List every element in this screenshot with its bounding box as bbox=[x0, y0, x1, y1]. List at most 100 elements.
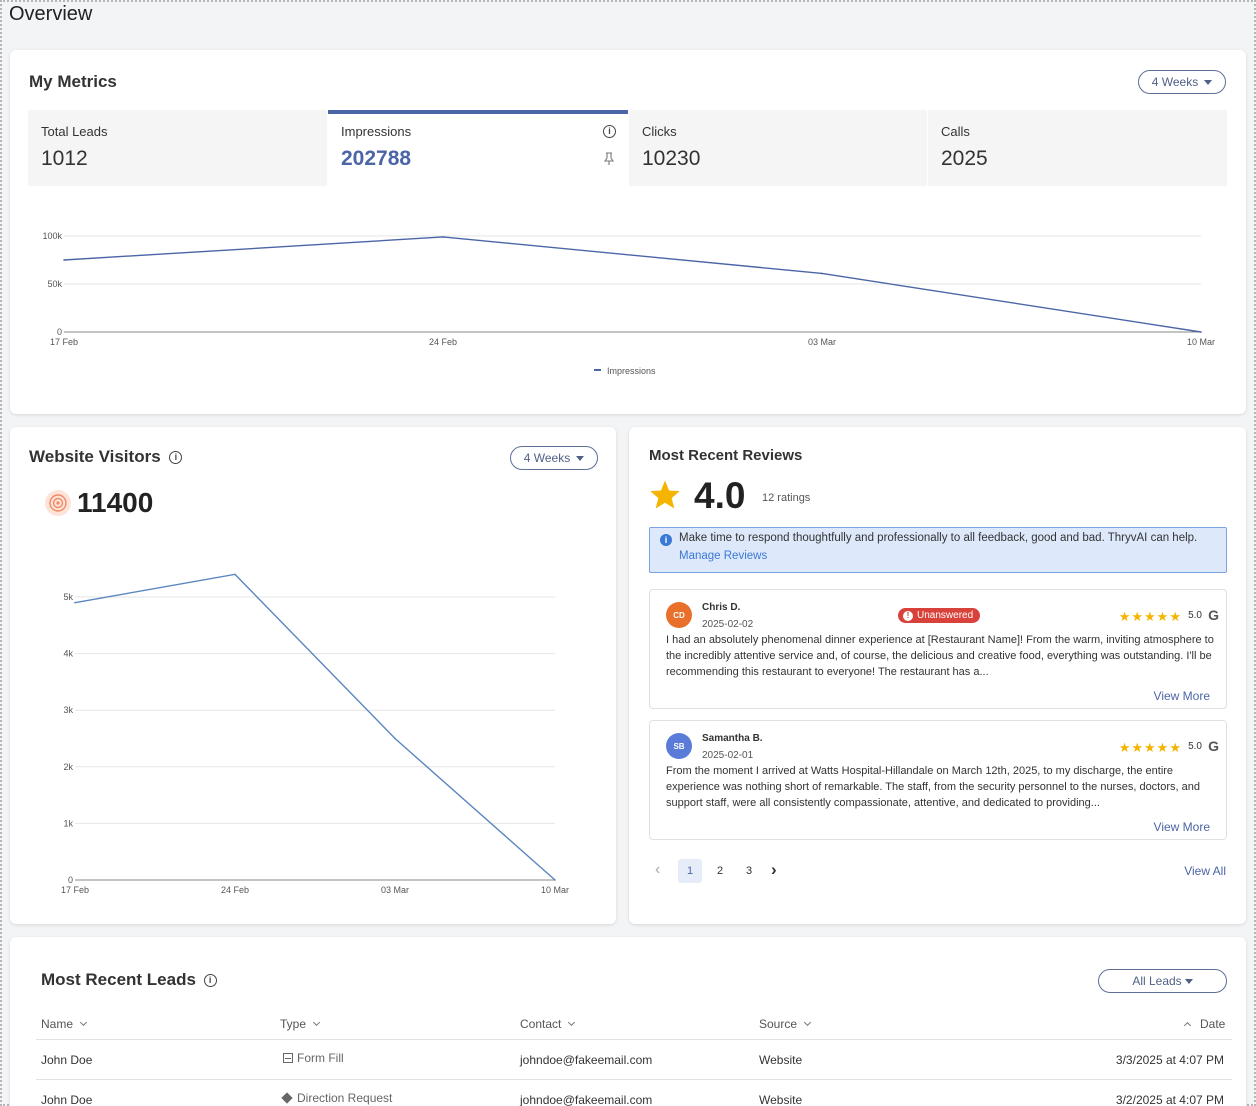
reviews-title: Most Recent Reviews bbox=[649, 447, 803, 464]
lead-type-label: Direction Request bbox=[297, 1091, 393, 1105]
page-title: Overview bbox=[9, 3, 93, 25]
leads-title: Most Recent Leads i bbox=[41, 970, 217, 990]
review-stars: ★★★★★ bbox=[1118, 609, 1182, 624]
all-leads-dropdown[interactable]: All Leads bbox=[1098, 969, 1227, 993]
google-icon: G bbox=[1208, 607, 1219, 623]
badge-label: Unanswered bbox=[917, 610, 974, 621]
chevron-down-icon bbox=[79, 1018, 88, 1027]
review-date: 2025-02-02 bbox=[702, 619, 754, 630]
metrics-card: My Metrics 4 Weeks Total Leads 1012 Impr… bbox=[10, 50, 1246, 414]
x-tick-label: 10 Mar bbox=[541, 885, 569, 895]
google-icon: G bbox=[1208, 738, 1219, 754]
review-date: 2025-02-01 bbox=[702, 750, 754, 761]
leads-card bbox=[10, 937, 1246, 1106]
lead-type: Form Fill bbox=[283, 1051, 344, 1065]
x-tick-label: 17 Feb bbox=[50, 337, 78, 347]
info-filled-icon: i bbox=[660, 534, 672, 546]
avatar: CD bbox=[666, 602, 692, 628]
chevron-left-icon[interactable]: ‹ bbox=[655, 861, 660, 879]
chevron-up-icon bbox=[1183, 1021, 1192, 1030]
review-score: 5.0 bbox=[1188, 610, 1202, 621]
page-button-1[interactable]: 1 bbox=[678, 859, 702, 883]
column-header-contact[interactable]: Contact bbox=[520, 1017, 576, 1031]
view-more-link[interactable]: View More bbox=[1154, 820, 1210, 834]
x-tick-label: 17 Feb bbox=[61, 885, 89, 895]
lead-date: 3/2/2025 at 4:07 PM bbox=[1115, 1093, 1224, 1106]
reviews-notice: i Make time to respond thoughtfully and … bbox=[649, 527, 1227, 573]
lead-name: John Doe bbox=[41, 1093, 93, 1106]
reviewer-name: Samantha B. bbox=[702, 733, 763, 744]
column-label: Type bbox=[280, 1017, 307, 1031]
column-header-type[interactable]: Type bbox=[280, 1017, 321, 1031]
page-button-2[interactable]: 2 bbox=[708, 859, 732, 883]
impressions-chart: 0 50k 100k 17 Feb 24 Feb 03 Mar 10 Mar Impressi… bbox=[42, 231, 1215, 376]
data-point bbox=[554, 879, 556, 881]
column-header-source[interactable]: Source bbox=[759, 1017, 812, 1031]
visitors-chart: 0 1k 2k 3k 4k 5k 17 Feb 24 Feb 03 Mar 10 Mar bbox=[61, 573, 569, 895]
alert-icon: ! bbox=[903, 610, 913, 621]
x-tick-label: 10 Mar bbox=[1187, 337, 1215, 347]
x-tick-label: 03 Mar bbox=[381, 885, 409, 895]
chevron-down-icon bbox=[312, 1018, 321, 1027]
x-tick-label: 24 Feb bbox=[221, 885, 249, 895]
all-leads-label: All Leads bbox=[1132, 974, 1182, 988]
y-tick-label: 50k bbox=[47, 279, 62, 289]
y-tick-label: 4k bbox=[63, 649, 73, 659]
x-tick-label: 24 Feb bbox=[429, 337, 457, 347]
direction-icon bbox=[281, 1092, 293, 1104]
column-header-date[interactable]: Date bbox=[1183, 1017, 1225, 1031]
data-point bbox=[442, 236, 444, 238]
y-tick-label: 100k bbox=[42, 231, 62, 241]
review-text: I had an absolutely phenomenal dinner ex… bbox=[666, 634, 1214, 678]
data-point bbox=[1200, 331, 1202, 333]
view-all-link[interactable]: View All bbox=[1184, 864, 1226, 878]
lead-name: John Doe bbox=[41, 1053, 93, 1067]
data-point bbox=[74, 601, 76, 604]
reviewer-name: Chris D. bbox=[702, 602, 741, 613]
row-divider bbox=[36, 1039, 1232, 1040]
form-icon bbox=[283, 1053, 293, 1063]
review-card: CD Chris D. 2025-02-02 ! Unanswered ★★★★… bbox=[649, 589, 1227, 709]
y-tick-label: 0 bbox=[57, 327, 62, 337]
data-point bbox=[234, 573, 236, 576]
lead-type-label: Form Fill bbox=[297, 1051, 344, 1065]
y-tick-label: 3k bbox=[63, 705, 73, 715]
series-line bbox=[74, 573, 556, 881]
view-more-link[interactable]: View More bbox=[1154, 689, 1210, 703]
lead-source: Website bbox=[759, 1053, 803, 1067]
star-icon bbox=[650, 480, 680, 509]
review-stars: ★★★★★ bbox=[1118, 740, 1182, 755]
ratings-count: 12 ratings bbox=[762, 492, 811, 504]
y-tick-label: 5k bbox=[63, 592, 73, 602]
column-label: Contact bbox=[520, 1017, 562, 1031]
avatar: SB bbox=[666, 733, 692, 759]
y-tick-label: 1k bbox=[63, 818, 73, 828]
column-label: Name bbox=[41, 1017, 74, 1031]
info-icon[interactable]: i bbox=[203, 974, 217, 988]
leads-title-text: Most Recent Leads bbox=[41, 970, 196, 989]
page-button-3[interactable]: 3 bbox=[737, 859, 761, 883]
x-tick-label: 03 Mar bbox=[808, 337, 836, 347]
pagination: ‹ 1 2 3 › bbox=[651, 859, 791, 883]
data-point bbox=[821, 272, 823, 275]
review-text: From the moment I arrived at Watts Hospi… bbox=[666, 765, 1200, 809]
review-score: 5.0 bbox=[1188, 741, 1202, 752]
caret-down-icon bbox=[1184, 978, 1193, 984]
column-header-name[interactable]: Name bbox=[41, 1017, 88, 1031]
lead-source: Website bbox=[759, 1093, 803, 1106]
unanswered-badge: ! Unanswered bbox=[898, 608, 981, 623]
review-card: SB Samantha B. 2025-02-01 ★★★★★ 5.0 G Fr… bbox=[649, 720, 1227, 840]
y-tick-label: 0 bbox=[68, 875, 73, 885]
row-divider bbox=[36, 1079, 1232, 1080]
data-point bbox=[63, 259, 65, 261]
lead-date: 3/3/2025 at 4:07 PM bbox=[1115, 1053, 1224, 1067]
legend-swatch bbox=[594, 369, 601, 371]
lead-contact: johndoe@fakeemail.com bbox=[520, 1053, 653, 1067]
manage-reviews-link[interactable]: Manage Reviews bbox=[679, 550, 767, 562]
chevron-down-icon bbox=[803, 1018, 812, 1027]
notice-text: Make time to respond thoughtfully and pr… bbox=[679, 532, 1198, 544]
legend-label: Impressions bbox=[607, 366, 656, 376]
rating-value: 4.0 bbox=[694, 475, 746, 516]
column-label: Source bbox=[759, 1017, 798, 1031]
chevron-right-icon[interactable]: › bbox=[771, 860, 777, 880]
